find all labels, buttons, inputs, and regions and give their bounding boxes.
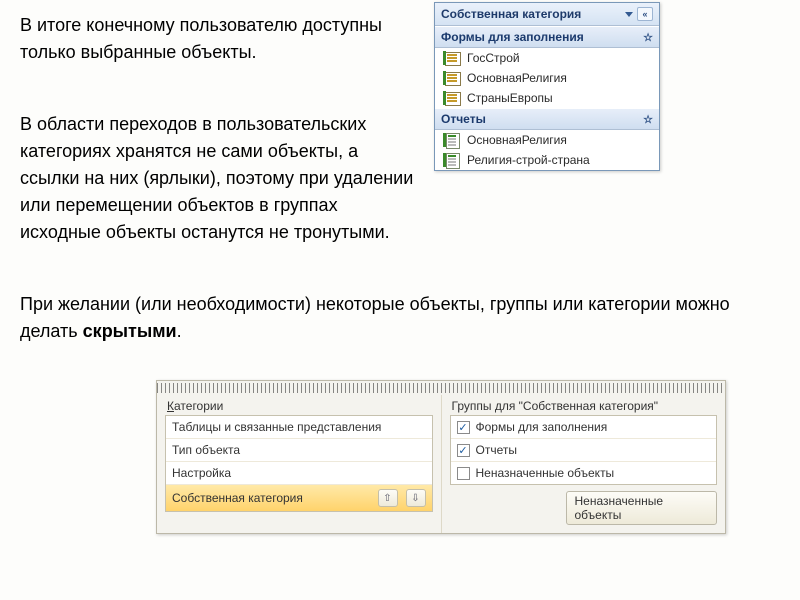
chevron-up-icon[interactable]: ☆ [643, 31, 653, 44]
nav-group-label: Отчеты [441, 112, 486, 126]
category-row-custom[interactable]: Настройка [166, 462, 432, 485]
categories-label: Категории [165, 399, 433, 415]
paragraph-3-c: . [177, 321, 182, 341]
categories-label-rest: атегории [174, 399, 223, 413]
groups-label-prefix: Группы для " [452, 399, 523, 413]
dropdown-icon[interactable] [625, 12, 633, 17]
nav-item-gosstroy[interactable]: ГосСтрой [435, 48, 659, 68]
checkbox-checked-icon[interactable]: ✓ [457, 421, 470, 434]
categories-label-accel: К [167, 399, 174, 413]
groups-listbox[interactable]: ✓ Формы для заполнения ✓ Отчеты Неназнач… [450, 415, 718, 485]
checkbox-checked-icon[interactable]: ✓ [457, 444, 470, 457]
report-icon [445, 133, 461, 147]
nav-group-header-forms[interactable]: Формы для заполнения ☆ [435, 26, 659, 48]
category-row-object-type[interactable]: Тип объекта [166, 439, 432, 462]
groups-label-suffix: " [654, 399, 658, 413]
group-row-label: Формы для заполнения [476, 420, 608, 434]
category-row-label: Собственная категория [172, 491, 370, 505]
form-icon [445, 91, 461, 105]
explanatory-text: В итоге конечному пользователю доступны … [20, 12, 420, 363]
form-icon [445, 71, 461, 85]
groups-label: Группы для "Собственная категория" [450, 399, 718, 415]
category-row-own-category[interactable]: Собственная категория ⇧ ⇩ [166, 485, 432, 511]
nav-item-osnovnaya-religiya-form[interactable]: ОсновнаяРелигия [435, 68, 659, 88]
nav-item-strany-evropy[interactable]: СтраныЕвропы [435, 88, 659, 108]
chevron-up-icon[interactable]: ☆ [643, 113, 653, 126]
nav-item-osnovnaya-religiya-report[interactable]: ОсновнаяРелигия [435, 130, 659, 150]
nav-pane-title: Собственная категория [441, 7, 581, 21]
paragraph-3-bold: скрытыми [83, 321, 177, 341]
move-down-button[interactable]: ⇩ [406, 489, 426, 507]
collapse-pane-icon[interactable]: « [637, 7, 653, 21]
groups-column: Группы для "Собственная категория" ✓ Фор… [442, 395, 726, 533]
checkbox-unchecked-icon[interactable] [457, 467, 470, 480]
group-row-label: Отчеты [476, 443, 517, 457]
navigation-pane: Собственная категория « Формы для заполн… [434, 2, 660, 171]
group-row-forms[interactable]: ✓ Формы для заполнения [451, 416, 717, 439]
group-row-unassigned[interactable]: Неназначенные объекты [451, 462, 717, 484]
paragraph-2: В области переходов в пользовательских к… [20, 111, 420, 246]
dialog-instruction-obscured [157, 381, 725, 395]
nav-item-label: Религия-строй-страна [467, 153, 590, 167]
nav-pane-title-bar[interactable]: Собственная категория « [435, 3, 659, 26]
categories-column: Категории Таблицы и связанные представле… [157, 395, 442, 533]
category-row-label: Настройка [172, 466, 231, 480]
category-row-tables[interactable]: Таблицы и связанные представления [166, 416, 432, 439]
nav-group-header-reports[interactable]: Отчеты ☆ [435, 108, 659, 130]
move-up-button[interactable]: ⇧ [378, 489, 398, 507]
group-row-reports[interactable]: ✓ Отчеты [451, 439, 717, 462]
paragraph-1: В итоге конечному пользователю доступны … [20, 12, 420, 66]
categories-listbox[interactable]: Таблицы и связанные представления Тип об… [165, 415, 433, 512]
nav-item-religiya-stroy-strana[interactable]: Религия-строй-страна [435, 150, 659, 170]
unassigned-objects-button[interactable]: Неназначенные объекты [566, 491, 718, 525]
form-icon [445, 51, 461, 65]
nav-group-label: Формы для заполнения [441, 30, 584, 44]
groups-label-category: Собственная категория [523, 399, 654, 413]
category-row-label: Тип объекта [172, 443, 240, 457]
nav-item-label: ОсновнаяРелигия [467, 133, 567, 147]
category-row-label: Таблицы и связанные представления [172, 420, 381, 434]
group-row-label: Неназначенные объекты [476, 466, 615, 480]
nav-item-label: СтраныЕвропы [467, 91, 553, 105]
report-icon [445, 153, 461, 167]
navigation-options-dialog: Категории Таблицы и связанные представле… [156, 380, 726, 534]
paragraph-3: При желании (или необходимости) некоторы… [20, 291, 760, 345]
nav-item-label: ОсновнаяРелигия [467, 71, 567, 85]
nav-item-label: ГосСтрой [467, 51, 520, 65]
